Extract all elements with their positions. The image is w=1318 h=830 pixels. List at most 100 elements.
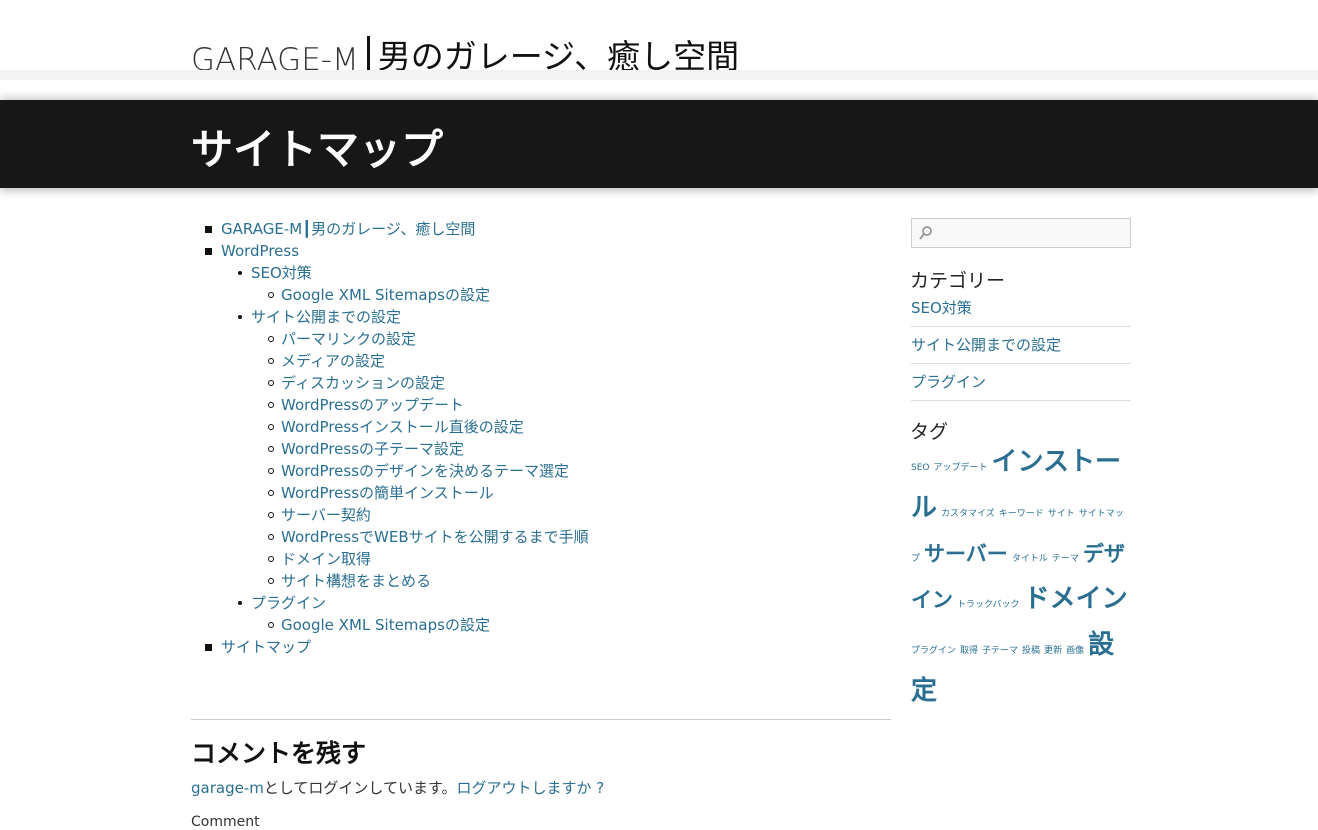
sitemap-item[interactable]: GARAGE-M┃男のガレージ、癒し空間 [191, 218, 891, 240]
sitemap-post-link[interactable]: Google XML Sitemapsの設定 [281, 616, 490, 634]
sitemap-post-link[interactable]: サイト構想をまとめる [281, 572, 431, 590]
category-link[interactable]: SEO対策 [911, 299, 972, 317]
circle-bullet-icon [268, 468, 274, 474]
categories-widget-title: カテゴリー [910, 270, 1006, 292]
sitemap-category[interactable]: プラグイン Google XML Sitemapsの設定 [221, 592, 891, 636]
sitemap-list: GARAGE-M┃男のガレージ、癒し空間 WordPress SEO対策 Goo… [191, 218, 891, 658]
categories-list: SEO対策 サイト公開までの設定 プラグイン [911, 291, 1131, 401]
sitemap-post[interactable]: WordPressインストール直後の設定 [251, 416, 891, 438]
category-link[interactable]: プラグイン [911, 373, 986, 391]
sitemap-link-home[interactable]: GARAGE-M┃男のガレージ、癒し空間 [221, 220, 475, 238]
circle-bullet-icon [268, 380, 274, 386]
sitemap-post-link[interactable]: WordPressインストール直後の設定 [281, 418, 524, 436]
sitemap-post[interactable]: ドメイン取得 [251, 548, 891, 570]
circle-bullet-icon [268, 402, 274, 408]
sitemap-post[interactable]: パーマリンクの設定 [251, 328, 891, 350]
sitemap-post-link[interactable]: WordPressでWEBサイトを公開するまで手順 [281, 528, 589, 546]
tag-link[interactable]: サイト [1048, 509, 1075, 519]
sitemap-post[interactable]: メディアの設定 [251, 350, 891, 372]
tag-link[interactable]: 設定 [911, 630, 1114, 706]
category-item[interactable]: プラグイン [911, 365, 1131, 401]
sitemap-category[interactable]: サイト公開までの設定 パーマリンクの設定 メディアの設定 ディスカッションの設定… [221, 306, 891, 592]
site-header: GARAGE-M 男のガレージ、癒し空間 [0, 0, 1318, 80]
sitemap-post[interactable]: ディスカッションの設定 [251, 372, 891, 394]
sitemap-post[interactable]: WordPressでWEBサイトを公開するまで手順 [251, 526, 891, 548]
sitemap-sublist: SEO対策 Google XML Sitemapsの設定 サイト公開までの設定 … [221, 262, 891, 636]
tag-link[interactable]: 投稿 [1022, 646, 1040, 656]
logged-in-text: としてログインしています。 [263, 779, 457, 797]
sitemap-item[interactable]: WordPress SEO対策 Google XML Sitemapsの設定 サ… [191, 240, 891, 636]
page-title: サイトマップ [191, 125, 444, 174]
sitemap-category-link[interactable]: SEO対策 [251, 264, 312, 282]
sitemap-post[interactable]: WordPressのアップデート [251, 394, 891, 416]
sitemap-post[interactable]: サーバー契約 [251, 504, 891, 526]
search-input[interactable] [934, 221, 1128, 247]
circle-bullet-icon [268, 622, 274, 628]
tag-link[interactable]: ドメイン [1024, 584, 1128, 614]
user-profile-link[interactable]: garage-m [191, 779, 264, 797]
disc-bullet-icon [238, 601, 242, 605]
circle-bullet-icon [268, 490, 274, 496]
comment-heading: コメントを残す [191, 739, 367, 768]
tags-widget-title: タグ [910, 421, 949, 443]
tag-link[interactable]: 取得 [960, 646, 978, 656]
sitemap-post-link[interactable]: メディアの設定 [281, 352, 385, 370]
tag-link[interactable]: トラックバック [957, 600, 1020, 610]
sitemap-sublist: Google XML Sitemapsの設定 [251, 614, 891, 636]
category-link[interactable]: サイト公開までの設定 [911, 336, 1061, 354]
sitemap-post-link[interactable]: WordPressのデザインを決めるテーマ選定 [281, 462, 569, 480]
header-strip [0, 70, 1318, 80]
tag-link[interactable]: SEO [911, 463, 929, 473]
tag-link[interactable]: アップデート [933, 463, 987, 473]
circle-bullet-icon [268, 336, 274, 342]
tag-link[interactable]: 画像 [1066, 646, 1084, 656]
sitemap-post[interactable]: Google XML Sitemapsの設定 [251, 284, 891, 306]
tag-link[interactable]: テーマ [1052, 554, 1079, 564]
circle-bullet-icon [268, 512, 274, 518]
circle-bullet-icon [268, 424, 274, 430]
circle-bullet-icon [268, 556, 274, 562]
sitemap-post-link[interactable]: ドメイン取得 [281, 550, 371, 568]
sitemap-post-link[interactable]: パーマリンクの設定 [281, 330, 416, 348]
sitemap-item[interactable]: サイトマップ [191, 636, 891, 658]
comments-divider [191, 719, 891, 720]
tag-link[interactable]: プラグイン [911, 646, 956, 656]
sitemap-post[interactable]: WordPressの簡単インストール [251, 482, 891, 504]
sitemap-post-link[interactable]: サーバー契約 [281, 506, 371, 524]
tag-link[interactable]: 子テーマ [982, 646, 1018, 656]
sitemap-post[interactable]: WordPressの子テーマ設定 [251, 438, 891, 460]
category-item[interactable]: サイト公開までの設定 [911, 328, 1131, 364]
square-bullet-icon [205, 226, 212, 233]
sitemap-link-sitemap[interactable]: サイトマップ [221, 638, 311, 656]
sitemap-post[interactable]: WordPressのデザインを決めるテーマ選定 [251, 460, 891, 482]
tag-link[interactable]: サーバー [924, 542, 1008, 566]
logout-link[interactable]: ログアウトしますか ? [456, 779, 604, 797]
square-bullet-icon [205, 248, 212, 255]
logged-in-notice: garage-mとしてログインしています。ログアウトしますか ? [191, 777, 604, 798]
tag-link[interactable]: キーワード [999, 509, 1044, 519]
sitemap-post[interactable]: Google XML Sitemapsの設定 [251, 614, 891, 636]
sitemap-sublist: Google XML Sitemapsの設定 [251, 284, 891, 306]
tag-link[interactable]: タイトル [1012, 554, 1048, 564]
sitemap-post[interactable]: サイト構想をまとめる [251, 570, 891, 592]
circle-bullet-icon [268, 358, 274, 364]
sitemap-post-link[interactable]: ディスカッションの設定 [281, 374, 445, 392]
circle-bullet-icon [268, 292, 274, 298]
category-item[interactable]: SEO対策 [911, 291, 1131, 327]
sitemap-category-link[interactable]: サイト公開までの設定 [251, 308, 401, 326]
circle-bullet-icon [268, 578, 274, 584]
sitemap-sublist: パーマリンクの設定 メディアの設定 ディスカッションの設定 WordPressの… [251, 328, 891, 592]
tag-link[interactable]: カスタマイズ [941, 509, 995, 519]
sitemap-post-link[interactable]: WordPressの簡単インストール [281, 484, 494, 502]
search-icon [919, 226, 932, 240]
sitemap-link-wordpress[interactable]: WordPress [221, 242, 299, 260]
circle-bullet-icon [268, 534, 274, 540]
disc-bullet-icon [238, 271, 242, 275]
sitemap-post-link[interactable]: WordPressの子テーマ設定 [281, 440, 464, 458]
sitemap-category-link[interactable]: プラグイン [251, 594, 326, 612]
sitemap-category[interactable]: SEO対策 Google XML Sitemapsの設定 [221, 262, 891, 306]
sitemap-post-link[interactable]: Google XML Sitemapsの設定 [281, 286, 490, 304]
sitemap-post-link[interactable]: WordPressのアップデート [281, 396, 464, 414]
search-box[interactable] [911, 218, 1131, 248]
tag-link[interactable]: 更新 [1044, 646, 1062, 656]
